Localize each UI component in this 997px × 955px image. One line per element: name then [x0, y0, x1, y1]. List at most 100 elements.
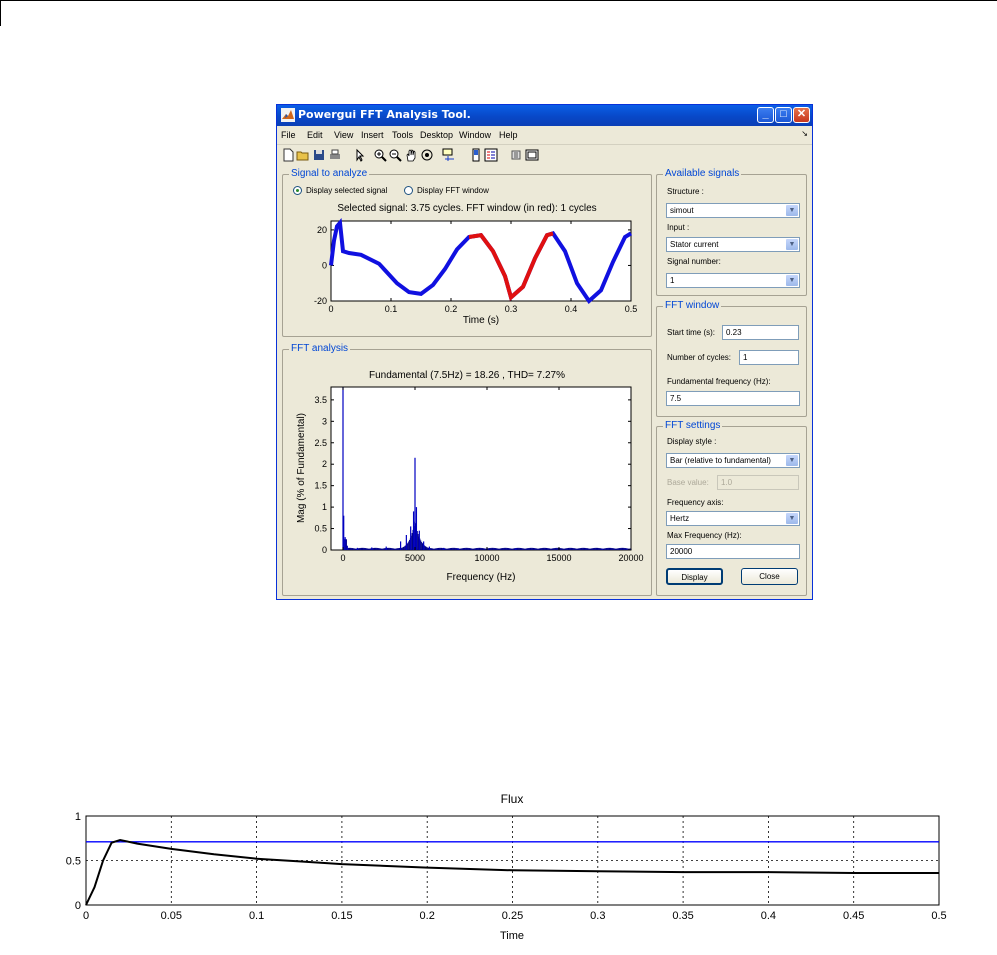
close-window-button[interactable]: ✕ — [793, 107, 810, 123]
signal-ytick-label: -20 — [314, 296, 327, 306]
structure-select[interactable]: simout ▼ — [666, 203, 800, 218]
menu-desktop[interactable]: Desktop — [420, 130, 453, 140]
fft-plot-area — [330, 386, 632, 551]
flux-xtick-label: 0.2 — [420, 910, 435, 922]
minimize-button[interactable]: _ — [757, 107, 774, 123]
chevron-down-icon[interactable]: ▼ — [786, 239, 798, 250]
flux-xtick-label: 0.35 — [672, 910, 693, 922]
flux-ytick-label: 1 — [75, 811, 81, 823]
freq-axis-select[interactable]: Hertz ▼ — [666, 511, 800, 526]
flux-xtick-label: 0 — [83, 910, 89, 922]
fft-ytick-label: 3 — [322, 416, 327, 426]
maximize-button[interactable]: □ — [775, 107, 792, 123]
signal-number-select[interactable]: 1 ▼ — [666, 273, 800, 288]
signal-xtick-label: 0 — [328, 304, 333, 314]
legend-icon[interactable] — [484, 148, 498, 162]
display-style-select[interactable]: Bar (relative to fundamental) ▼ — [666, 453, 800, 468]
show-plot-tools-icon[interactable] — [525, 148, 539, 162]
flux-xtick-label: 0.05 — [161, 910, 182, 922]
menu-dock-arrow-icon[interactable]: ↘ — [801, 129, 808, 138]
flux-xtick-label: 0.15 — [331, 910, 352, 922]
signal-to-analyze-panel: Signal to analyze Display selected signa… — [282, 168, 652, 337]
hide-plot-tools-icon[interactable] — [509, 148, 523, 162]
data-cursor-icon[interactable] — [442, 148, 456, 162]
signal-xtick-label: 0.1 — [385, 304, 398, 314]
fft-plot[interactable]: 0 5000 10000 15000 20000 0 0.5 1 1.5 2 2.5 3 3.5 Fre… — [283, 380, 651, 595]
start-time-value: 0.23 — [726, 328, 742, 337]
flux-xtick-label: 0.1 — [249, 910, 264, 922]
zoom-in-icon[interactable] — [373, 148, 387, 162]
page-border-left — [0, 0, 1, 26]
radio-selected-label: Display selected signal — [306, 186, 388, 195]
fft-ytick-label: 0 — [322, 545, 327, 555]
window-title: Powergui FFT Analysis Tool. — [298, 108, 471, 121]
input-select[interactable]: Stator current ▼ — [666, 237, 800, 252]
open-folder-icon[interactable] — [296, 148, 310, 162]
flux-xtick-label: 0.5 — [931, 910, 946, 922]
fft-window-panel: FFT window Start time (s): 0.23 Number o… — [656, 300, 807, 417]
menu-insert[interactable]: Insert — [361, 130, 384, 140]
flux-plot[interactable]: Flux 0 0.05 0.1 0.15 0.2 0.25 0.3 0.35 0.4 0.45 0.… — [0, 788, 997, 948]
signal-ytick-label: 0 — [322, 260, 327, 270]
chevron-down-icon[interactable]: ▼ — [786, 513, 798, 524]
fft-xlabel: Frequency (Hz) — [447, 572, 516, 583]
display-style-label: Display style : — [667, 437, 717, 446]
new-file-icon[interactable] — [281, 148, 295, 162]
menu-bar: File Edit View Insert Tools Desktop Wind… — [277, 127, 812, 143]
fft-ytick-label: 0.5 — [314, 524, 327, 534]
max-freq-input[interactable]: 20000 — [666, 544, 800, 559]
menu-file[interactable]: File — [281, 130, 296, 140]
close-button[interactable]: Close — [741, 568, 798, 585]
pointer-icon[interactable] — [353, 148, 367, 162]
fft-ylabel: Mag (% of Fundamental) — [296, 413, 307, 523]
input-value: Stator current — [670, 240, 719, 249]
cycles-input[interactable]: 1 — [739, 350, 799, 365]
flux-xlabel: Time — [500, 930, 524, 942]
save-icon[interactable] — [312, 148, 326, 162]
signal-plot[interactable]: 0 0.1 0.2 0.3 0.4 0.5200-20 Time (s) — [283, 215, 651, 336]
chevron-down-icon[interactable]: ▼ — [786, 455, 798, 466]
menu-tools[interactable]: Tools — [392, 130, 413, 140]
menu-help[interactable]: Help — [499, 130, 518, 140]
rotate-icon[interactable] — [420, 148, 434, 162]
flux-xtick-label: 0.3 — [590, 910, 605, 922]
menu-edit[interactable]: Edit — [307, 130, 323, 140]
radio-display-selected-signal[interactable] — [293, 186, 302, 195]
display-style-value: Bar (relative to fundamental) — [670, 456, 771, 465]
signal-xtick-label: 0.2 — [445, 304, 458, 314]
fft-panel-title: FFT analysis — [289, 343, 351, 354]
signal-xtick-label: 0.4 — [565, 304, 578, 314]
signal-xtick-label: 0.3 — [505, 304, 518, 314]
fft-ytick-label: 2.5 — [314, 438, 327, 448]
fft-ytick-label: 1.5 — [314, 481, 327, 491]
display-button[interactable]: Display — [666, 568, 723, 585]
chevron-down-icon[interactable]: ▼ — [786, 205, 798, 216]
title-bar[interactable]: Powergui FFT Analysis Tool. _ □ ✕ — [277, 105, 812, 126]
flux-title: Flux — [501, 792, 524, 806]
flux-xtick-label: 0.45 — [843, 910, 864, 922]
fft-xtick-label: 20000 — [618, 553, 643, 563]
fft-ytick-label: 2 — [322, 459, 327, 469]
menu-view[interactable]: View — [334, 130, 353, 140]
fft-xtick-label: 10000 — [474, 553, 499, 563]
flux-ytick-label: 0.5 — [66, 856, 81, 868]
fft-xtick-label: 15000 — [546, 553, 571, 563]
freq-axis-value: Hertz — [670, 514, 690, 523]
start-time-input[interactable]: 0.23 — [722, 325, 799, 340]
signal-number-label: Signal number: — [667, 257, 721, 266]
menu-window[interactable]: Window — [459, 130, 491, 140]
fft-settings-title: FFT settings — [663, 420, 723, 431]
zoom-out-icon[interactable] — [388, 148, 402, 162]
signal-xtick-label: 0.5 — [625, 304, 638, 314]
fft-xtick-label: 0 — [340, 553, 345, 563]
colorbar-icon[interactable] — [469, 148, 483, 162]
radio-display-fft-window[interactable] — [404, 186, 413, 195]
fund-freq-input[interactable]: 7.5 — [666, 391, 800, 406]
fund-freq-value: 7.5 — [670, 394, 682, 403]
chevron-down-icon[interactable]: ▼ — [786, 275, 798, 286]
pan-hand-icon[interactable] — [404, 148, 418, 162]
fft-settings-panel: FFT settings Display style : Bar (relati… — [656, 420, 807, 596]
signal-plot-title: Selected signal: 3.75 cycles. FFT window… — [337, 203, 597, 214]
flux-xtick-label: 0.4 — [761, 910, 776, 922]
print-icon[interactable] — [328, 148, 342, 162]
